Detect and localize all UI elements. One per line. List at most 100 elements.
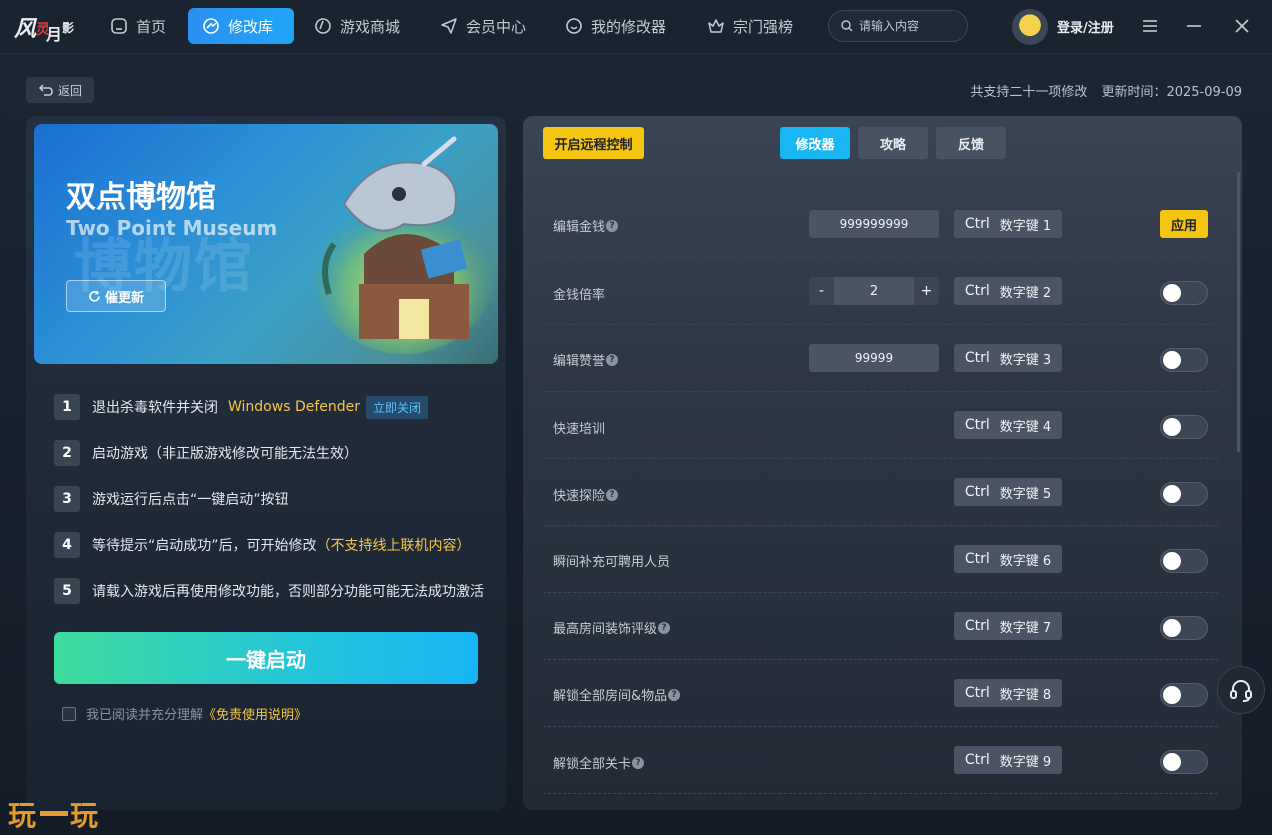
- one-click-start-button[interactable]: 一键启动: [54, 632, 478, 684]
- disclaimer-link[interactable]: 《免责使用说明》: [203, 704, 307, 723]
- menu-icon[interactable]: [1138, 14, 1162, 38]
- step-1: 1 退出杀毒软件并关闭 Windows Defender 立即关闭: [54, 394, 429, 420]
- decrement-button[interactable]: -: [809, 283, 834, 299]
- step-text: 请载入游戏后再使用修改功能，否则部分功能可能无法成功激活: [92, 584, 484, 600]
- cheat-name: 快速培训: [553, 422, 606, 437]
- close-defender-button[interactable]: 立即关闭: [366, 395, 429, 419]
- hotkey-modifier: Ctrl: [964, 216, 990, 232]
- tab-trainer[interactable]: 修改器: [780, 127, 850, 159]
- toggle-max-decor[interactable]: [1160, 616, 1208, 640]
- cheat-label-fast-expedition: 快速探险?: [553, 485, 619, 504]
- login-link[interactable]: 登录/注册: [1057, 17, 1114, 36]
- row-divider: [543, 458, 1218, 459]
- update-time: 更新时间：2025-09-09: [1101, 85, 1242, 100]
- cheat-name: 解锁全部关卡: [553, 757, 632, 772]
- toggle-refill-staff[interactable]: [1160, 549, 1208, 573]
- hotkey-money-rate: Ctrl 数字键 2: [954, 277, 1062, 305]
- hotkey-modifier: Ctrl: [964, 752, 990, 768]
- nav-ranking[interactable]: 宗门强榜: [707, 8, 793, 44]
- reputation-value-input[interactable]: 99999: [809, 344, 939, 372]
- urge-update-button[interactable]: 催更新: [66, 280, 166, 312]
- cheat-label-max-decor: 最高房间装饰评级?: [553, 618, 671, 637]
- step-5: 5 请载入游戏后再使用修改功能，否则部分功能可能无法成功激活: [54, 578, 484, 604]
- avatar[interactable]: [1012, 9, 1048, 45]
- step-text: 游戏运行后点击“一键启动”按钮: [92, 492, 289, 508]
- cheat-label-fast-training: 快速培训: [553, 418, 605, 437]
- game-title: 双点博物馆: [66, 180, 216, 215]
- cheat-name: 瞬间补充可聘用人员: [553, 555, 671, 570]
- trainer-info: 共支持二十一项修改 更新时间：2025-09-09: [970, 81, 1242, 100]
- cheat-label-reputation: 编辑赞誉?: [553, 350, 619, 369]
- hotkey-key: 数字键 5: [999, 486, 1052, 502]
- toggle-knob: [1163, 485, 1181, 503]
- help-icon[interactable]: ?: [606, 488, 619, 501]
- apply-button[interactable]: 应用: [1160, 210, 1208, 238]
- hotkey-fast-expedition: Ctrl 数字键 5: [954, 478, 1062, 506]
- stepper-value[interactable]: 2: [834, 277, 914, 305]
- cheat-label-money-rate: 金钱倍率: [553, 284, 605, 303]
- step-number: 3: [54, 486, 80, 512]
- nav-library-label: 修改库: [228, 17, 274, 36]
- toggle-money-rate[interactable]: [1160, 281, 1208, 305]
- help-icon[interactable]: ?: [606, 353, 619, 366]
- nav-store[interactable]: 游戏商城: [314, 8, 400, 44]
- help-icon[interactable]: ?: [632, 756, 645, 769]
- hotkey-key: 数字键 7: [999, 620, 1052, 636]
- hotkey-key: 数字键 6: [999, 553, 1052, 569]
- toggle-unlock-rooms[interactable]: [1160, 683, 1208, 707]
- minimize-icon[interactable]: [1182, 14, 1206, 38]
- scrollbar[interactable]: [1237, 172, 1240, 452]
- increment-button[interactable]: +: [914, 283, 939, 299]
- help-icon[interactable]: ?: [658, 621, 671, 634]
- support-button[interactable]: [1217, 666, 1265, 714]
- tab-feedback[interactable]: 反馈: [936, 127, 1006, 159]
- close-icon[interactable]: [1230, 14, 1254, 38]
- hotkey-fast-training: Ctrl 数字键 4: [954, 411, 1062, 439]
- nav-home[interactable]: 首页: [110, 8, 166, 44]
- search-input[interactable]: [859, 19, 959, 33]
- hotkey-modifier: Ctrl: [964, 484, 990, 500]
- tab-guide[interactable]: 攻略: [858, 127, 928, 159]
- toggle-knob: [1163, 552, 1181, 570]
- row-divider: [543, 793, 1218, 794]
- step-text: 退出杀毒软件并关闭: [92, 400, 218, 416]
- toggle-fast-expedition[interactable]: [1160, 482, 1208, 506]
- nav-my-trainers[interactable]: 我的修改器: [565, 8, 666, 44]
- hotkey-modifier: Ctrl: [964, 350, 990, 366]
- toggle-knob: [1163, 686, 1181, 704]
- nav-member[interactable]: 会员中心: [440, 8, 526, 44]
- headset-icon: [1230, 680, 1252, 702]
- toggle-unlock-levels[interactable]: [1160, 750, 1208, 774]
- logo[interactable]: 风 灵 月 影: [12, 10, 76, 44]
- send-icon: [441, 18, 457, 34]
- hotkey-modifier: Ctrl: [964, 685, 990, 701]
- back-button[interactable]: 返回: [26, 77, 94, 103]
- toggle-fast-training[interactable]: [1160, 415, 1208, 439]
- game-banner: 博物馆 双点博物馆 Two Point Museum 催更新: [34, 124, 498, 364]
- step-4: 4 等待提示“启动成功”后，可开始修改 （不支持线上联机内容）: [54, 532, 471, 558]
- cheat-name: 最高房间装饰评级: [553, 622, 658, 637]
- toggle-knob: [1163, 418, 1181, 436]
- row-divider: [543, 592, 1218, 593]
- hotkey-money: Ctrl 数字键 1: [954, 210, 1062, 238]
- hotkey-reputation: Ctrl 数字键 3: [954, 344, 1062, 372]
- agree-checkbox[interactable]: [62, 706, 76, 721]
- hotkey-key: 数字键 9: [999, 754, 1052, 770]
- svg-text:月: 月: [45, 25, 62, 44]
- help-icon[interactable]: ?: [606, 219, 619, 232]
- nav-library[interactable]: 修改库: [188, 8, 294, 44]
- toggle-reputation[interactable]: [1160, 348, 1208, 372]
- supported-count: 共支持二十一项修改: [970, 85, 1088, 100]
- remote-control-button[interactable]: 开启远程控制: [543, 127, 644, 159]
- back-arrow-icon: [38, 84, 53, 96]
- cheat-label-unlock-rooms: 解锁全部房间&物品?: [553, 685, 681, 704]
- money-value-input[interactable]: 999999999: [809, 210, 939, 238]
- help-icon[interactable]: ?: [668, 688, 681, 701]
- hotkey-key: 数字键 2: [999, 285, 1052, 301]
- urge-update-label: 催更新: [104, 290, 144, 306]
- nav-ranking-label: 宗门强榜: [733, 17, 794, 36]
- cheat-name: 金钱倍率: [553, 288, 606, 303]
- watermark-logo-art: 玩 玩: [8, 799, 98, 832]
- row-divider: [543, 391, 1218, 392]
- hotkey-unlock-levels: Ctrl 数字键 9: [954, 746, 1062, 774]
